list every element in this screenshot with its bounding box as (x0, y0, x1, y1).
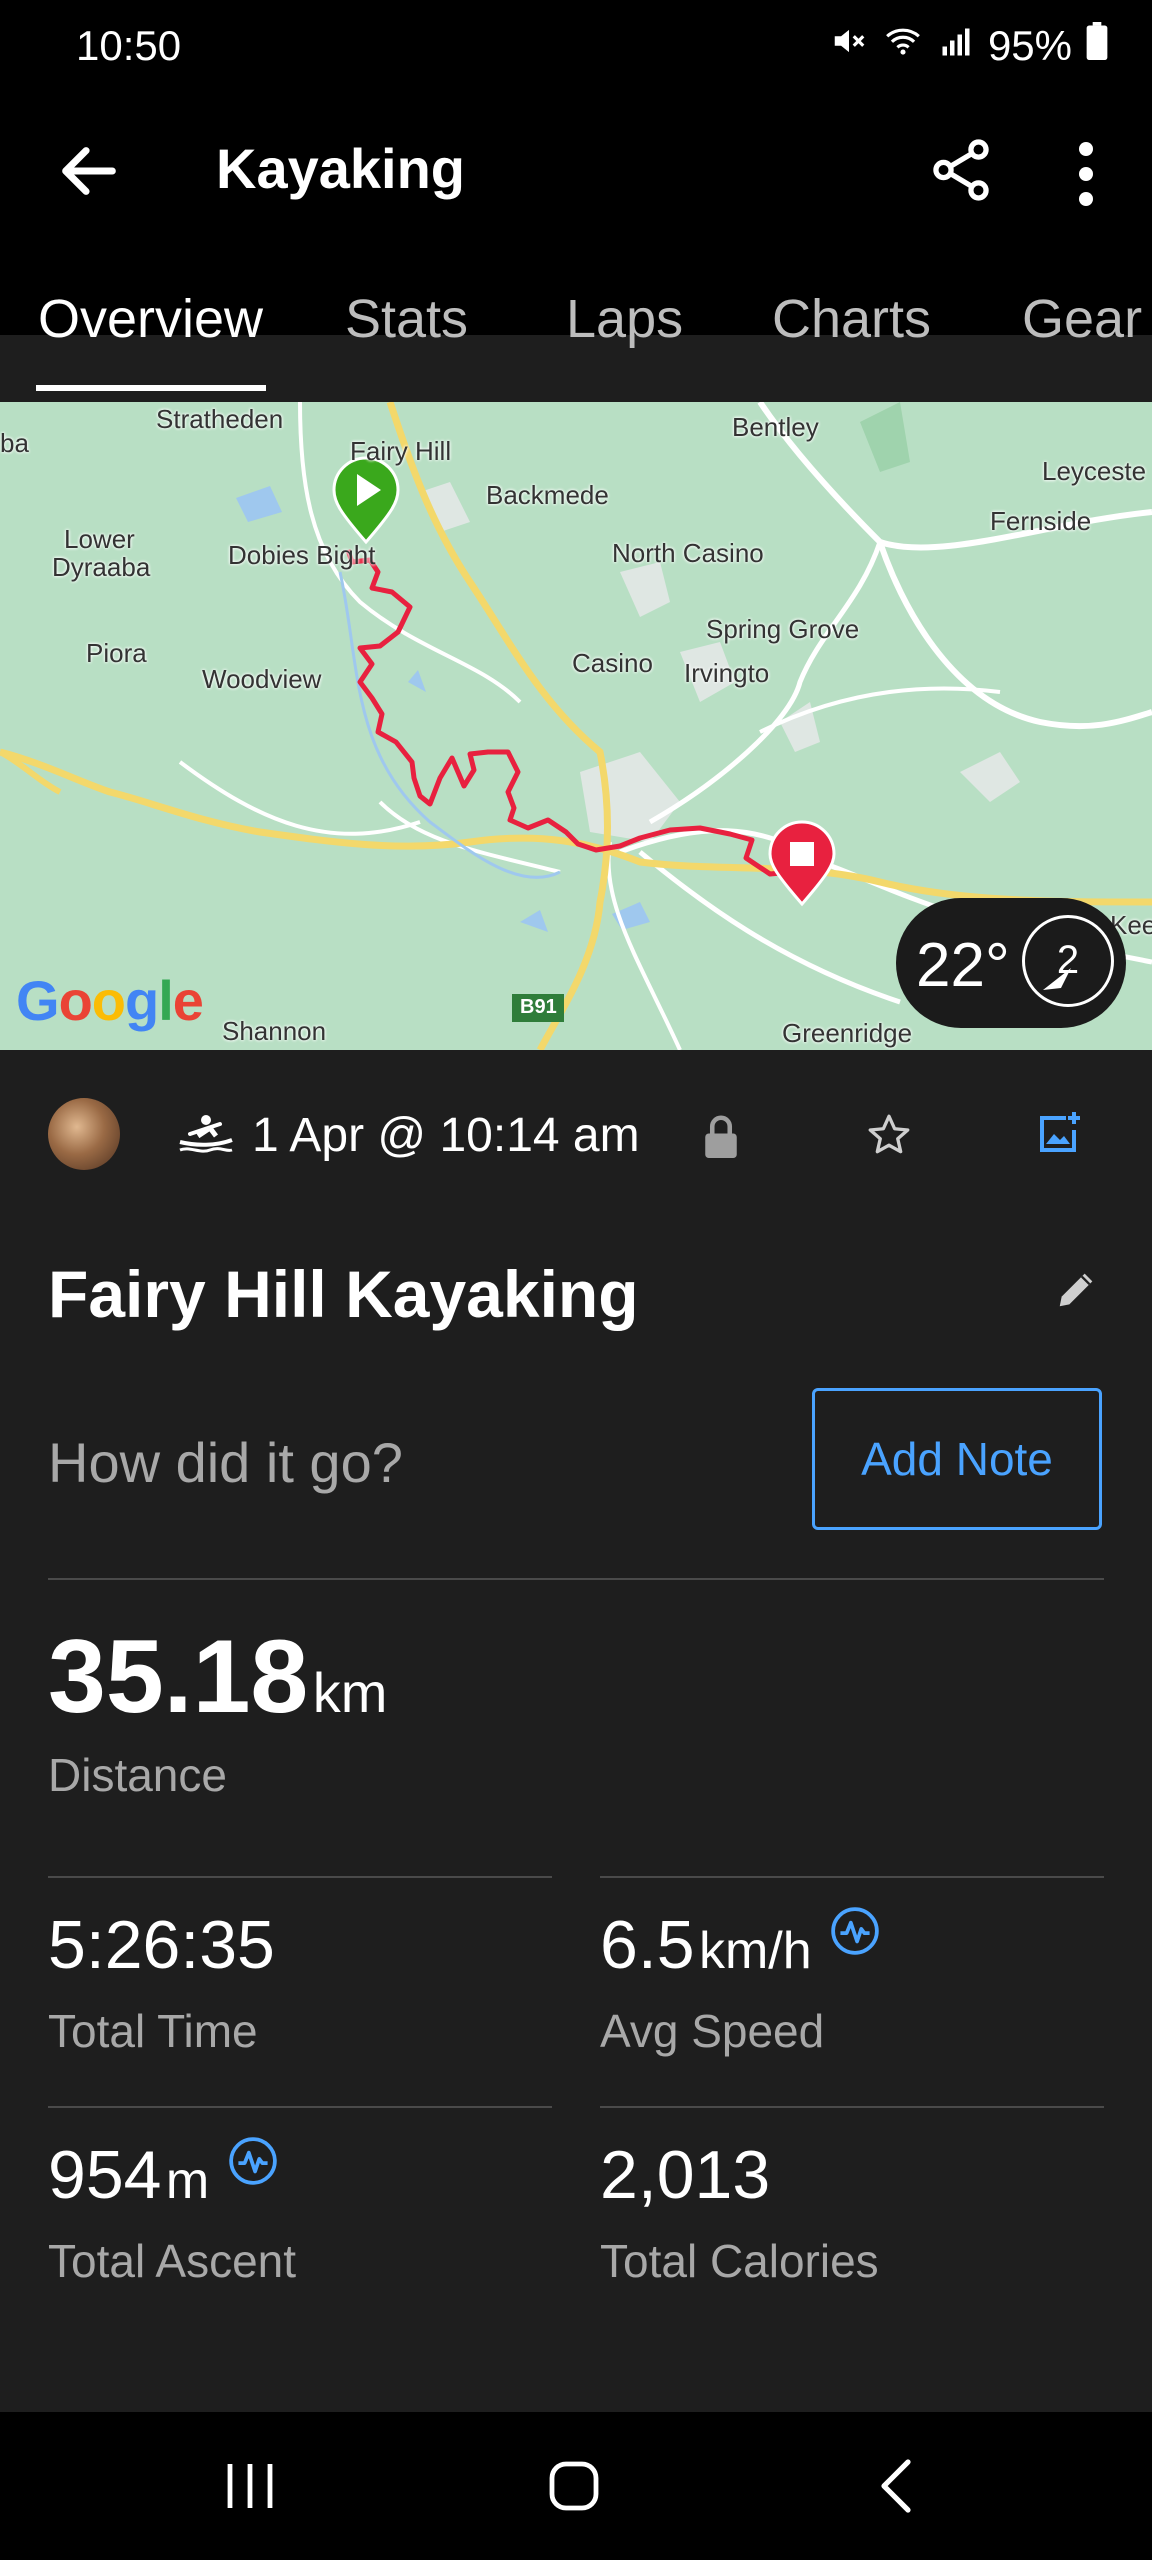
home-icon[interactable] (546, 2456, 602, 2521)
distance-label: Distance (48, 1749, 227, 1801)
lock-icon[interactable] (700, 1112, 742, 1162)
wifi-icon (882, 22, 924, 70)
tab-stats[interactable]: Stats (345, 288, 468, 350)
share-icon[interactable] (926, 130, 996, 210)
distance-value: 35.18 (48, 1619, 309, 1735)
total-calories-value: 2,013 (600, 2137, 771, 2213)
tab-overview[interactable]: Overview (38, 288, 263, 350)
system-nav-bar (0, 2412, 1152, 2560)
total-calories-stat: 2,013 (600, 2136, 770, 2214)
status-icons: 95% (830, 22, 1108, 70)
google-logo: Google (16, 969, 204, 1032)
divider (600, 1876, 1104, 1878)
divider (48, 1578, 1104, 1580)
app-bar: Kayaking Overview Stats Laps Charts Gear (0, 100, 1152, 349)
road-shield-b91: B91 (520, 996, 557, 1018)
heart-rate-verified-icon[interactable] (228, 2136, 278, 2186)
edit-pencil-icon[interactable] (1054, 1266, 1100, 1312)
total-time-value: 5:26:35 (48, 1907, 275, 1983)
total-ascent-unit: m (165, 2152, 210, 2210)
more-options-icon[interactable] (1056, 134, 1116, 214)
distance-unit: km (312, 1661, 388, 1724)
weather-chip: 22° 2 (896, 898, 1126, 1028)
mute-icon (830, 22, 868, 70)
tab-charts[interactable]: Charts (772, 288, 931, 350)
divider (48, 1876, 552, 1878)
map-label: Woodview (202, 664, 322, 694)
map-label: Shannon (222, 1016, 327, 1046)
map-label: Bentley (732, 412, 819, 442)
add-photo-icon[interactable] (1036, 1108, 1084, 1158)
activity-datetime: 1 Apr @ 10:14 am (252, 1109, 640, 1162)
distance-stat: 35.18 km (48, 1618, 387, 1737)
map-label: Irvingto (684, 658, 770, 688)
map-label: Spring Grove (706, 614, 860, 644)
map-label: Stratheden (156, 404, 284, 434)
back-arrow-icon[interactable] (54, 136, 124, 206)
signal-icon (938, 22, 974, 70)
battery-icon (1086, 22, 1108, 70)
status-bar: 10:50 95% (0, 0, 1152, 100)
avg-speed-unit: km/h (698, 1922, 812, 1980)
tab-gear[interactable]: Gear (1022, 288, 1142, 350)
active-tab-indicator (36, 385, 266, 391)
map-label: Casino (572, 648, 653, 678)
map-label: Fernside (990, 506, 1092, 536)
divider (48, 2106, 552, 2108)
avg-speed-value: 6.5 (600, 1907, 695, 1983)
tab-laps[interactable]: Laps (566, 288, 683, 350)
add-note-button[interactable]: Add Note (812, 1388, 1102, 1530)
total-time-stat: 5:26:35 (48, 1906, 275, 1984)
map-label: Greenridge (782, 1018, 913, 1048)
map-label: Fairy Hill (350, 436, 452, 466)
map-label: North Casino (612, 538, 764, 568)
end-pin-icon (768, 820, 836, 907)
divider (600, 2106, 1104, 2108)
total-ascent-stat: 954 m (48, 2136, 278, 2214)
total-calories-label: Total Calories (600, 2235, 879, 2287)
avatar[interactable] (48, 1098, 120, 1170)
map-label: Piora (86, 638, 147, 668)
map-label: ba (0, 428, 29, 458)
back-nav-icon[interactable] (876, 2456, 916, 2521)
map-label: Dyraaba (52, 552, 151, 582)
map-label: Leyceste (1042, 456, 1147, 486)
map-label: Backmede (486, 480, 609, 510)
star-icon[interactable] (864, 1110, 914, 1160)
note-prompt[interactable]: How did it go? (48, 1430, 403, 1495)
start-pin-icon (332, 456, 400, 545)
avg-speed-stat: 6.5 km/h (600, 1906, 880, 1984)
total-ascent-value: 954 (48, 2137, 162, 2213)
temperature: 22° (916, 931, 1010, 1000)
wind-direction-icon (1043, 968, 1071, 990)
map-label: Lower (64, 524, 135, 554)
page-title: Kayaking (216, 137, 465, 200)
kayak-icon (176, 1112, 234, 1158)
heart-rate-verified-icon[interactable] (830, 1906, 880, 1956)
total-ascent-label: Total Ascent (48, 2235, 297, 2287)
battery-percent: 95% (987, 22, 1072, 69)
wind-indicator: 2 (1022, 915, 1114, 1007)
status-time: 10:50 (76, 22, 182, 69)
map-label: Dobies Bight (228, 540, 376, 570)
avg-speed-label: Avg Speed (600, 2005, 825, 2057)
activity-name: Fairy Hill Kayaking (48, 1257, 639, 1331)
recent-apps-icon[interactable] (222, 2456, 278, 2521)
total-time-label: Total Time (48, 2005, 258, 2057)
